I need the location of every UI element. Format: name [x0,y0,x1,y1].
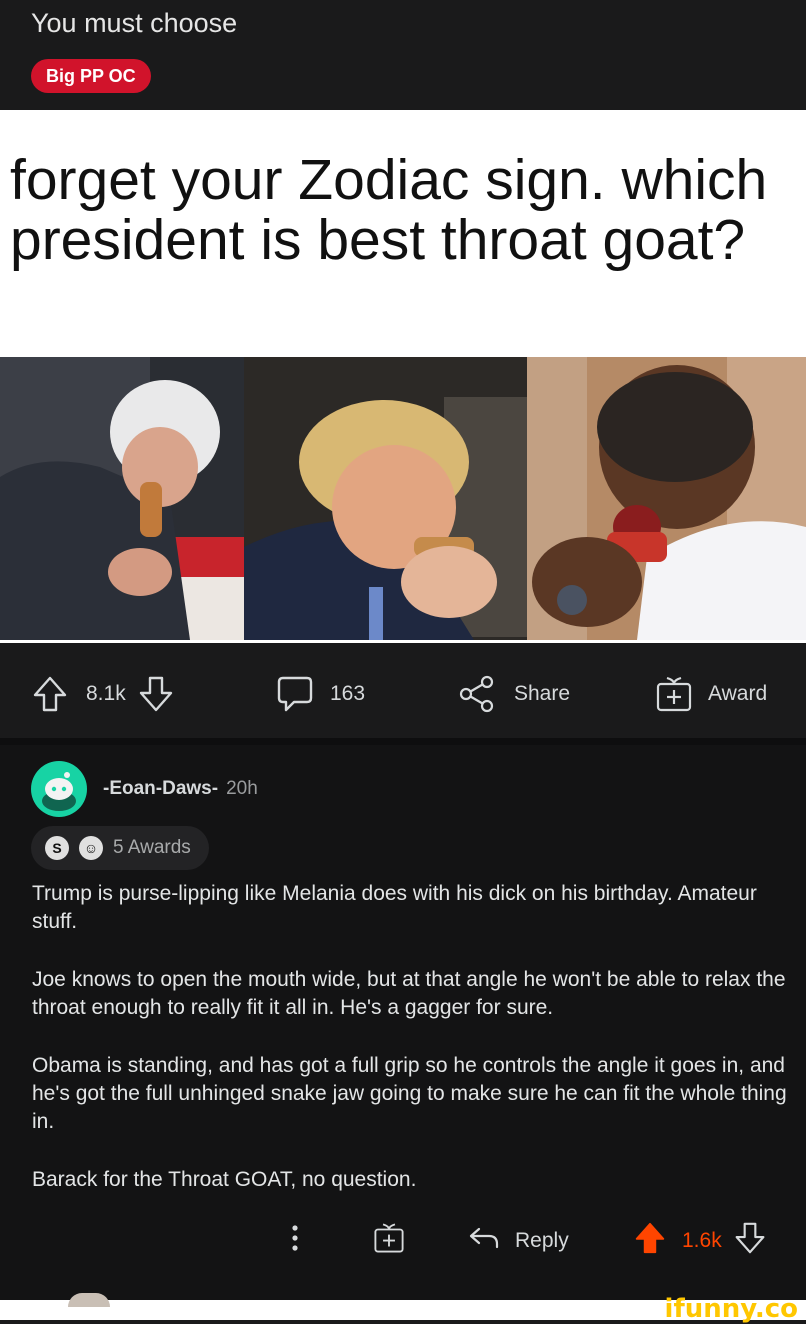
comments-button[interactable]: 163 [276,674,365,714]
awards-pill[interactable]: S ☺ 5 Awards [31,826,209,870]
photo-trump [244,357,527,640]
comment-age: 20h [226,778,258,799]
share-button[interactable]: Share [458,674,570,714]
divider [0,738,806,745]
post-flair[interactable]: Big PP OC [31,59,151,93]
photo-biden [0,357,244,640]
reply-arrow-icon [467,1223,501,1259]
silver-award-icon: S [45,836,69,860]
snoo-avatar-icon [42,772,76,811]
photo-obama [527,357,806,640]
reply-button[interactable]: Reply [467,1221,569,1261]
comment-author-line: -Eoan-Daws- 20h [103,778,258,800]
gift-icon [372,1221,406,1261]
comment-award-button[interactable] [372,1221,406,1261]
gift-icon [655,674,693,714]
comment-paragraph: Trump is purse-lipping like Melania does… [32,882,757,933]
reply-label: Reply [515,1229,569,1252]
share-label: Share [514,682,571,705]
award-label: Award [708,682,768,705]
comment-paragraph: Obama is standing, and has got a full gr… [32,1054,787,1133]
downvote-icon[interactable] [734,1221,766,1261]
share-icon [458,674,496,714]
next-avatar-peek [68,1293,110,1307]
post-header: You must choose Big PP OC [0,0,806,110]
meme-caption: forget your Zodiac sign. which president… [10,148,768,272]
comment-paragraph: Barack for the Throat GOAT, no question. [32,1168,417,1191]
comment-paragraph: Joe knows to open the mouth wide, but at… [32,968,786,1019]
comment-vote-group: 1.6k [634,1221,766,1261]
comment-action-bar: Reply 1.6k [0,1215,806,1265]
award-button[interactable]: Award [655,674,767,714]
comment-count: 163 [330,682,366,705]
comment-score: 1.6k [682,1229,722,1252]
post-title[interactable]: You must choose [31,8,237,39]
upvote-icon[interactable] [32,675,68,713]
downvote-icon[interactable] [138,675,174,713]
upvote-active-icon[interactable] [634,1221,666,1261]
post-score: 8.1k [86,682,126,705]
more-vertical-icon [284,1222,306,1260]
meme-photos [0,357,806,640]
comment-bubble-icon [276,674,314,714]
avatar[interactable] [31,761,87,817]
awards-count: 5 Awards [113,837,191,858]
post-action-bar: 8.1k 163 Share Award [0,650,806,738]
comment-author[interactable]: -Eoan-Daws- [103,778,218,799]
more-options-button[interactable] [284,1221,306,1261]
laughing-award-icon: ☺ [79,836,103,860]
comment-body: Trump is purse-lipping like Melania does… [32,880,792,1224]
vote-group: 8.1k [32,674,174,714]
